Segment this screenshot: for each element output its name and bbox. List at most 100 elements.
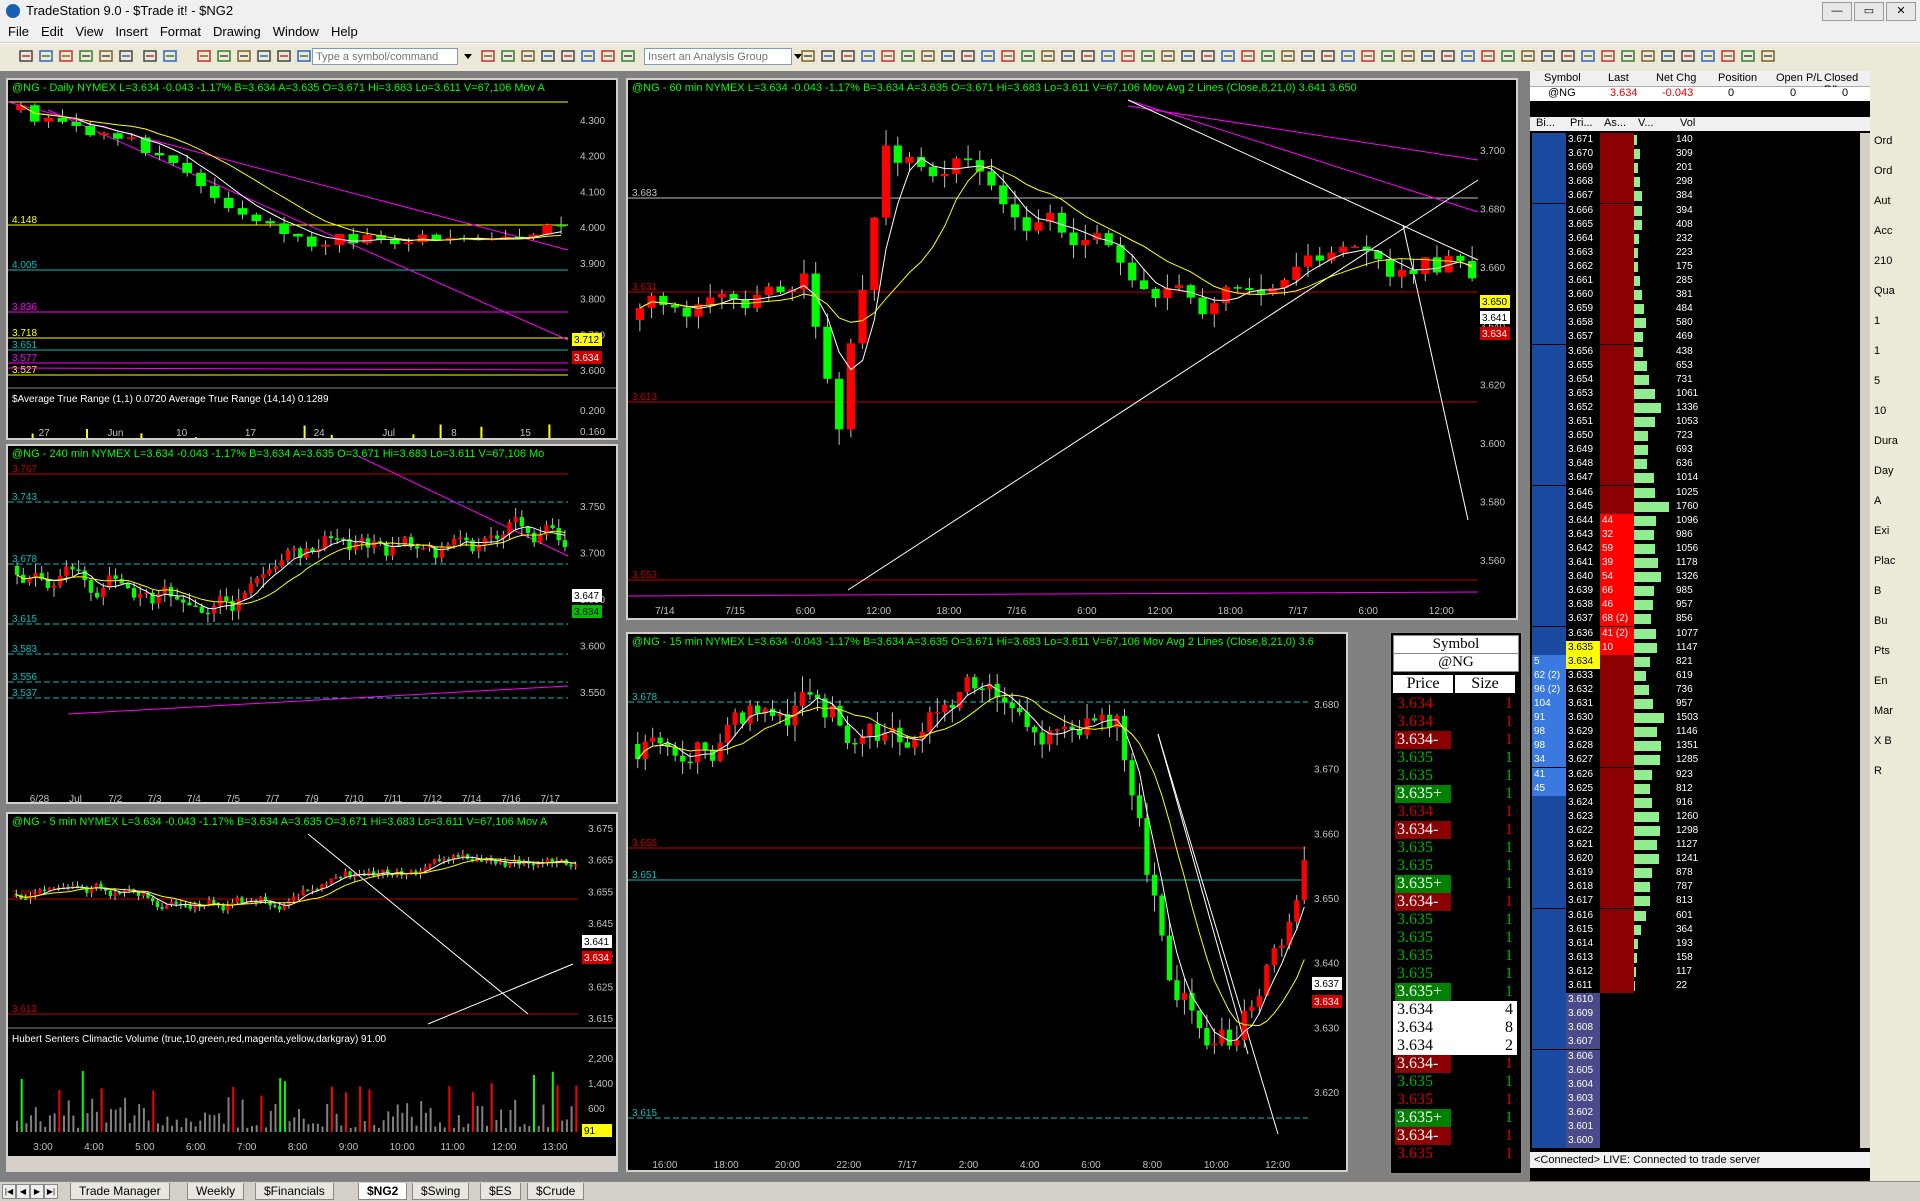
toolbar-tool-icon[interactable] [1320, 48, 1336, 64]
toolbar-tool-icon[interactable] [500, 48, 516, 64]
ladder-row[interactable]: 62 (2)3.633619 [1530, 669, 1860, 683]
matrix-window[interactable]: Symbol Last Net Chg Position Open P/L Cl… [1530, 71, 1870, 1181]
order-panel-field[interactable]: Day [1874, 465, 1918, 481]
order-panel-field[interactable]: B [1874, 585, 1918, 601]
toolbar-tool-icon[interactable] [480, 48, 496, 64]
tab-ng2[interactable]: $NG2 [358, 1183, 407, 1200]
ladder-row[interactable]: 3.635101147 [1530, 641, 1860, 655]
order-panel-field[interactable]: Exi [1874, 525, 1918, 541]
order-panel-field[interactable]: Bu [1874, 615, 1918, 631]
toolbar-tool-icon[interactable] [1560, 48, 1576, 64]
toolbar-tool-icon[interactable] [58, 48, 74, 64]
toolbar-tool-icon[interactable] [820, 48, 836, 64]
chart-60-min[interactable]: 3.6833.6313.6133.5533.7003.6803.6603.640… [626, 78, 1518, 620]
toolbar-tool-icon[interactable] [620, 48, 636, 64]
toolbar-tool-icon[interactable] [1360, 48, 1376, 64]
close-button[interactable]: ✕ [1886, 2, 1916, 21]
ladder-row[interactable]: 3.6231260 [1530, 810, 1860, 824]
ladder-row[interactable]: 3.604 [1530, 1078, 1860, 1092]
ladder-row[interactable]: 3.617813 [1530, 894, 1860, 908]
menu-file[interactable]: File [0, 22, 35, 41]
order-panel-field[interactable]: Qua [1874, 285, 1918, 301]
toolbar-tool-icon[interactable] [1460, 48, 1476, 64]
toolbar-tool-icon[interactable] [1600, 48, 1616, 64]
toolbar-tool-icon[interactable] [800, 48, 816, 64]
order-panel-field[interactable]: 1 [1874, 315, 1918, 331]
ladder-row[interactable]: 3.63768 (2)856 [1530, 612, 1860, 626]
ladder-row[interactable]: 3.610 [1530, 993, 1860, 1007]
ladder-scrollbar[interactable] [1860, 133, 1870, 1148]
toolbar-tool-icon[interactable] [142, 48, 158, 64]
ladder-row[interactable]: 3.624916 [1530, 796, 1860, 810]
ladder-row[interactable]: 3.654731 [1530, 373, 1860, 387]
ladder-row[interactable]: 3.655653 [1530, 359, 1860, 373]
toolbar-tool-icon[interactable] [940, 48, 956, 64]
ladder-row[interactable]: 3.6511053 [1530, 415, 1860, 429]
toolbar-tool-icon[interactable] [1700, 48, 1716, 64]
toolbar-tool-icon[interactable] [1240, 48, 1256, 64]
toolbar-tool-icon[interactable] [560, 48, 576, 64]
symbol-command-input[interactable] [312, 48, 458, 65]
menu-format[interactable]: Format [154, 22, 207, 41]
order-panel-field[interactable]: Dura [1874, 435, 1918, 451]
minimize-button[interactable]: — [1822, 2, 1852, 21]
ladder-row[interactable]: 3.613158 [1530, 951, 1860, 965]
ladder-row[interactable]: 3.6211127 [1530, 838, 1860, 852]
symbol-dropdown-icon[interactable] [460, 48, 476, 64]
ladder-row[interactable]: 913.6301503 [1530, 711, 1860, 725]
ladder-row[interactable]: 1043.631957 [1530, 697, 1860, 711]
toolbar-tool-icon[interactable] [296, 48, 312, 64]
toolbar-tool-icon[interactable] [98, 48, 114, 64]
chart-daily[interactable]: 4.1484.0053.8363.7183.6513.5773.5274.300… [6, 78, 618, 440]
ladder-row[interactable]: 3.612117 [1530, 965, 1860, 979]
order-panel-field[interactable]: R [1874, 765, 1918, 781]
order-panel-field[interactable]: X B [1874, 735, 1918, 751]
ladder-row[interactable]: 3.671140 [1530, 133, 1860, 147]
ladder-row[interactable]: 3.642591056 [1530, 542, 1860, 556]
ladder-row[interactable]: 3.664232 [1530, 232, 1860, 246]
ladder-row[interactable]: 3.667384 [1530, 189, 1860, 203]
ladder-row[interactable]: 3.605 [1530, 1064, 1860, 1078]
order-panel-field[interactable]: Aut [1874, 195, 1918, 211]
ladder-row[interactable]: 3.663223 [1530, 246, 1860, 260]
ladder-row[interactable]: 3.6221298 [1530, 824, 1860, 838]
ladder-row[interactable]: 3.600 [1530, 1134, 1860, 1148]
toolbar-tool-icon[interactable] [880, 48, 896, 64]
ladder-row[interactable]: 3.63966985 [1530, 584, 1860, 598]
ladder-row[interactable]: 3.644441096 [1530, 514, 1860, 528]
toolbar-tool-icon[interactable] [1620, 48, 1636, 64]
toolbar-tool-icon[interactable] [1640, 48, 1656, 64]
toolbar-tool-icon[interactable] [236, 48, 252, 64]
tab-financials[interactable]: $Financials [255, 1183, 334, 1200]
toolbar-tool-icon[interactable] [1500, 48, 1516, 64]
menu-drawing[interactable]: Drawing [207, 22, 267, 41]
toolbar-tool-icon[interactable] [1680, 48, 1696, 64]
toolbar-tool-icon[interactable] [960, 48, 976, 64]
ladder-row[interactable]: 3.640541326 [1530, 570, 1860, 584]
time-and-sales[interactable]: Symbol @NG Price Size 3.63413.63413.634-… [1390, 632, 1522, 1174]
ladder-row[interactable]: 3.650723 [1530, 429, 1860, 443]
ladder-row[interactable]: 3.61122 [1530, 979, 1860, 993]
order-panel-field[interactable]: Ord [1874, 165, 1918, 181]
toolbar-tool-icon[interactable] [1120, 48, 1136, 64]
tab-last-icon[interactable]: ▶| [44, 1184, 58, 1199]
toolbar-tool-icon[interactable] [1220, 48, 1236, 64]
ladder-row[interactable]: 413.626923 [1530, 768, 1860, 782]
ladder-row[interactable]: 3.666394 [1530, 204, 1860, 218]
ladder-row[interactable]: 3.64332986 [1530, 528, 1860, 542]
toolbar-tool-icon[interactable] [256, 48, 272, 64]
toolbar-tool-icon[interactable] [216, 48, 232, 64]
toolbar-tool-icon[interactable] [1740, 48, 1756, 64]
menu-insert[interactable]: Insert [109, 22, 154, 41]
chart-240-min[interactable]: 3.7673.7433.6783.6153.5833.5563.5373.750… [6, 444, 618, 804]
order-panel-field[interactable]: Ord [1874, 135, 1918, 151]
tab-next-icon[interactable]: ▶ [30, 1184, 44, 1199]
analysis-group-input[interactable] [644, 48, 792, 65]
toolbar-tool-icon[interactable] [276, 48, 292, 64]
ladder-row[interactable]: 3.608 [1530, 1021, 1860, 1035]
ladder-row[interactable]: 3.6461025 [1530, 486, 1860, 500]
ladder-row[interactable]: 3.6521336 [1530, 401, 1860, 415]
ladder-row[interactable]: 343.6271285 [1530, 753, 1860, 767]
tab-swing[interactable]: $Swing [412, 1183, 469, 1200]
tab-weekly[interactable]: Weekly [187, 1183, 244, 1200]
